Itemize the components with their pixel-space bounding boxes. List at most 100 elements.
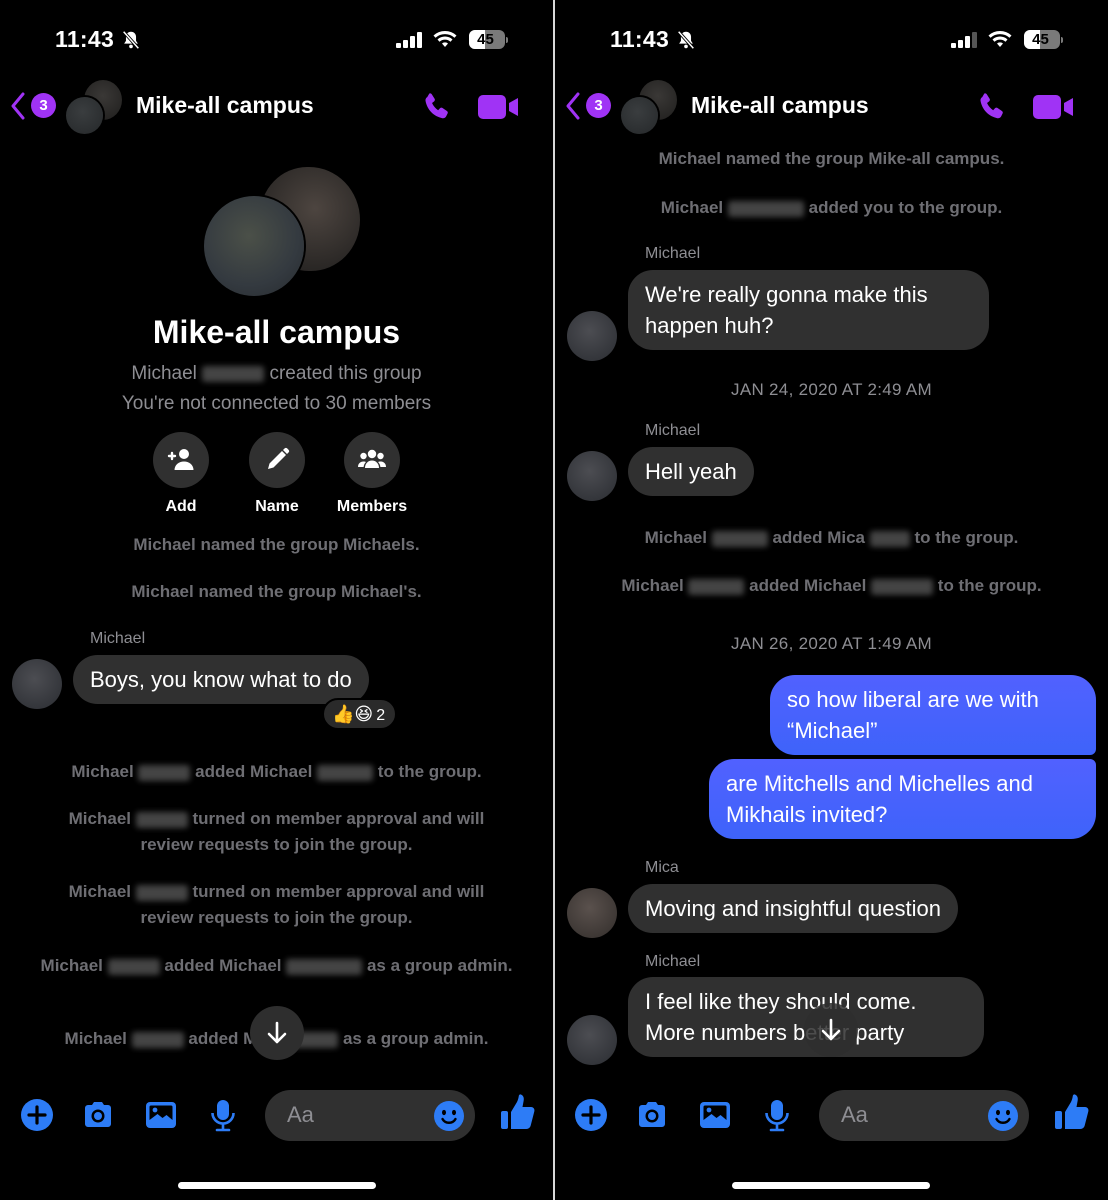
redacted-name [286, 958, 363, 975]
system-message: Michael turned on member approval and wi… [68, 809, 485, 854]
scroll-to-bottom-button[interactable] [804, 1003, 858, 1057]
members-button[interactable]: Members [327, 432, 417, 516]
video-call-icon[interactable] [478, 92, 520, 122]
thumbs-up-icon[interactable] [500, 1094, 536, 1132]
redacted-name [727, 200, 804, 217]
home-indicator[interactable] [178, 1182, 376, 1189]
photo-gallery-icon[interactable] [698, 1098, 732, 1132]
group-photo[interactable] [202, 160, 360, 300]
right-screen: 11:43 45 3 Mike-all campus Michael named… [555, 0, 1108, 1200]
silent-bell-icon [122, 30, 140, 50]
redacted-name [871, 578, 934, 595]
unread-badge: 3 [31, 93, 56, 118]
redacted-name [131, 1031, 184, 1048]
wifi-icon [988, 31, 1012, 47]
redacted-name [135, 884, 188, 901]
battery-tip [1061, 37, 1063, 43]
video-call-icon[interactable] [1033, 92, 1075, 122]
system-message: Michael named the group Michael's. [131, 582, 422, 601]
avatar[interactable] [567, 451, 617, 501]
wifi-icon [433, 31, 457, 47]
system-message: Michael added Michael as a group admin. [40, 956, 513, 975]
plus-icon[interactable] [574, 1098, 608, 1132]
pencil-icon [268, 447, 290, 469]
status-bar: 11:43 45 [555, 26, 1108, 56]
emoji-icon[interactable] [987, 1100, 1019, 1132]
battery-indicator: 45 [469, 30, 505, 49]
group-actions: Add Name Members [0, 432, 553, 522]
arrow-down-icon [821, 1018, 841, 1041]
rename-group-button[interactable]: Name [232, 432, 322, 516]
home-indicator[interactable] [732, 1182, 930, 1189]
phone-call-icon[interactable] [975, 90, 1009, 124]
redacted-name [317, 764, 374, 781]
outgoing-message-bubble[interactable]: so how liberal are we with “Michael” [770, 675, 1096, 755]
camera-icon[interactable] [635, 1098, 669, 1132]
phone-call-icon[interactable] [420, 90, 454, 124]
sender-name: Michael [645, 245, 701, 262]
microphone-icon[interactable] [206, 1098, 240, 1132]
message-bubble[interactable]: Moving and insightful question [628, 884, 958, 933]
chat-title[interactable]: Mike-all campus [691, 92, 869, 119]
chat-header: 3 Mike-all campus [0, 76, 553, 136]
battery-indicator: 45 [1024, 30, 1060, 49]
battery-tip [506, 37, 508, 43]
reaction-emojis: 👍😆 [332, 704, 374, 724]
scroll-to-bottom-button[interactable] [250, 1006, 304, 1060]
system-message: Michael added Michael to the group. [71, 762, 482, 781]
plus-icon[interactable] [20, 1098, 54, 1132]
avatar[interactable] [12, 659, 62, 709]
message-bubble[interactable]: Boys, you know what to do [73, 655, 369, 704]
unread-badge: 3 [586, 93, 611, 118]
chat-header: 3 Mike-all campus [555, 76, 1108, 136]
thumbs-up-icon[interactable] [1054, 1094, 1090, 1132]
group-creator-line: Michael created this group [131, 363, 422, 384]
cellular-signal-icon [396, 32, 422, 48]
system-message: Michael turned on member approval and wi… [68, 882, 485, 927]
chevron-left-icon [11, 92, 25, 120]
reactions-pill[interactable]: 👍😆 2 [322, 698, 398, 730]
sender-name: Michael [645, 422, 701, 439]
chat-title[interactable]: Mike-all campus [136, 92, 314, 119]
message-composer: Aa [555, 1090, 1108, 1142]
message-bubble[interactable]: Hell yeah [628, 447, 754, 496]
back-button[interactable]: 3 [565, 90, 615, 122]
emoji-icon[interactable] [433, 1100, 465, 1132]
reaction-count: 2 [376, 707, 386, 724]
timestamp: JAN 26, 2020 AT 1:49 AM [731, 634, 932, 653]
redacted-name [688, 578, 745, 595]
microphone-icon[interactable] [760, 1098, 794, 1132]
cellular-signal-icon [951, 32, 977, 48]
redacted-name [107, 958, 160, 975]
system-message: Michael named the group Mike-all campus. [658, 149, 1005, 168]
add-member-button[interactable]: Add [136, 432, 226, 516]
chevron-left-icon [566, 92, 580, 120]
group-icon [358, 449, 386, 468]
arrow-down-icon [267, 1021, 287, 1044]
add-person-icon [167, 449, 194, 470]
group-avatar[interactable] [621, 80, 683, 136]
avatar[interactable] [567, 1015, 617, 1065]
redacted-name [135, 811, 188, 828]
message-input[interactable]: Aa [819, 1090, 1029, 1141]
photo-gallery-icon[interactable] [144, 1098, 178, 1132]
back-button[interactable]: 3 [10, 90, 60, 122]
sender-name: Mica [645, 859, 679, 876]
avatar[interactable] [567, 888, 617, 938]
message-input[interactable]: Aa [265, 1090, 475, 1141]
redacted-name [202, 365, 265, 382]
sender-name: Michael [90, 630, 146, 647]
group-name: Mike-all campus [152, 314, 401, 350]
silent-bell-icon [677, 30, 695, 50]
avatar[interactable] [567, 311, 617, 361]
redacted-name [711, 530, 768, 547]
message-bubble[interactable]: We're really gonna make this happen huh? [628, 270, 989, 350]
redacted-name [869, 530, 910, 547]
outgoing-message-bubble[interactable]: are Mitchells and Michelles and Mikhails… [709, 759, 1096, 839]
system-message: Michael added Mica to the group. [644, 528, 1019, 547]
camera-icon[interactable] [81, 1098, 115, 1132]
system-message: Michael added you to the group. [660, 198, 1003, 217]
group-info: Mike-all campus Michael created this gro… [0, 160, 553, 419]
system-message: Michael added Michael to the group. [621, 576, 1042, 595]
group-avatar[interactable] [66, 80, 128, 136]
